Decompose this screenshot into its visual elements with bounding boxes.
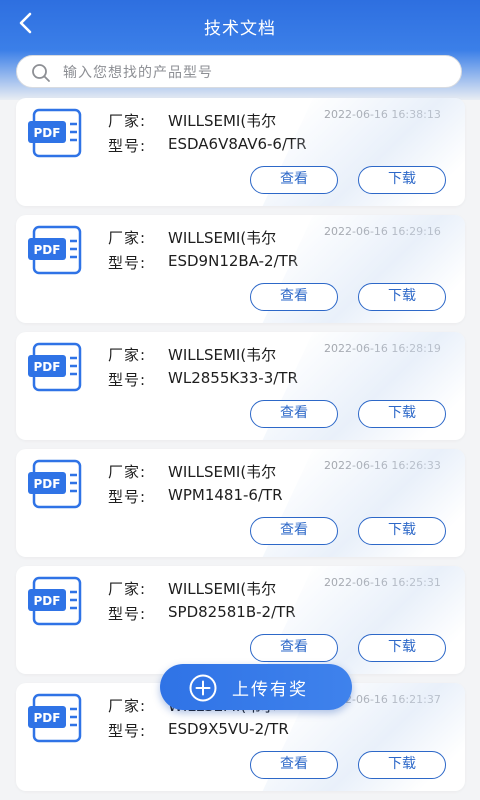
upload-time: 2022-06-16 16:38:13 — [324, 108, 441, 121]
upload-time: 2022-06-16 16:29:16 — [324, 225, 441, 238]
pdf-file-icon: PDF — [28, 225, 82, 275]
page-title: 技术文档 — [204, 19, 276, 39]
pdf-file-icon: PDF — [28, 342, 82, 392]
download-button[interactable]: 下载 — [358, 634, 446, 662]
pdf-file-icon: PDF — [28, 108, 82, 158]
svg-text:PDF: PDF — [34, 711, 61, 725]
model-label: 型号: — [108, 605, 147, 623]
download-button[interactable]: 下载 — [358, 751, 446, 779]
manufacturer-label: 厂家: — [108, 112, 147, 130]
model-value: SPD82581B-2/TR — [168, 603, 296, 621]
document-card[interactable]: PDF 厂家: WILLSEMI(韦尔 型号: SPD82581B-2/TR 2… — [16, 566, 465, 674]
model-label: 型号: — [108, 254, 147, 272]
download-button[interactable]: 下载 — [358, 517, 446, 545]
document-card[interactable]: PDF 厂家: WILLSEMI(韦尔 型号: WL2855K33-3/TR 2… — [16, 332, 465, 440]
view-button[interactable]: 查看 — [250, 517, 338, 545]
svg-text:PDF: PDF — [34, 126, 61, 140]
upload-reward-label: 上传有奖 — [232, 680, 308, 700]
document-card[interactable]: PDF 厂家: WILLSEMI(韦尔 型号: ESDA6V8AV6-6/TR … — [16, 98, 465, 206]
model-value: ESD9X5VU-2/TR — [168, 720, 289, 738]
svg-text:PDF: PDF — [34, 360, 61, 374]
view-button[interactable]: 查看 — [250, 751, 338, 779]
model-value: ESDA6V8AV6-6/TR — [168, 135, 307, 153]
svg-text:PDF: PDF — [34, 477, 61, 491]
svg-text:PDF: PDF — [34, 243, 61, 257]
download-button[interactable]: 下载 — [358, 400, 446, 428]
model-value: WL2855K33-3/TR — [168, 369, 298, 387]
model-value: WPM1481-6/TR — [168, 486, 283, 504]
model-label: 型号: — [108, 137, 147, 155]
document-card[interactable]: PDF 厂家: WILLSEMI(韦尔 型号: ESD9N12BA-2/TR 2… — [16, 215, 465, 323]
document-card[interactable]: PDF 厂家: WILLSEMI(韦尔 型号: WPM1481-6/TR 202… — [16, 449, 465, 557]
download-button[interactable]: 下载 — [358, 166, 446, 194]
search-input[interactable] — [61, 56, 445, 89]
view-button[interactable]: 查看 — [250, 634, 338, 662]
view-button[interactable]: 查看 — [250, 283, 338, 311]
manufacturer-value: WILLSEMI(韦尔 — [168, 463, 277, 481]
search-bar[interactable] — [16, 55, 462, 89]
manufacturer-label: 厂家: — [108, 580, 147, 598]
manufacturer-label: 厂家: — [108, 463, 147, 481]
upload-reward-button[interactable]: 上传有奖 — [160, 664, 352, 710]
manufacturer-value: WILLSEMI(韦尔 — [168, 346, 277, 364]
manufacturer-label: 厂家: — [108, 229, 147, 247]
upload-time: 2022-06-16 16:28:19 — [324, 342, 441, 355]
pdf-file-icon: PDF — [28, 576, 82, 626]
pdf-file-icon: PDF — [28, 693, 82, 743]
search-icon — [32, 64, 50, 82]
upload-time: 2022-06-16 16:26:33 — [324, 459, 441, 472]
download-button[interactable]: 下载 — [358, 283, 446, 311]
model-label: 型号: — [108, 488, 147, 506]
manufacturer-value: WILLSEMI(韦尔 — [168, 580, 277, 598]
model-label: 型号: — [108, 371, 147, 389]
model-value: ESD9N12BA-2/TR — [168, 252, 299, 270]
manufacturer-label: 厂家: — [108, 697, 147, 715]
manufacturer-label: 厂家: — [108, 346, 147, 364]
manufacturer-value: WILLSEMI(韦尔 — [168, 229, 277, 247]
upload-time: 2022-06-16 16:25:31 — [324, 576, 441, 589]
view-button[interactable]: 查看 — [250, 166, 338, 194]
model-label: 型号: — [108, 722, 147, 740]
manufacturer-value: WILLSEMI(韦尔 — [168, 112, 277, 130]
pdf-file-icon: PDF — [28, 459, 82, 509]
svg-text:PDF: PDF — [34, 594, 61, 608]
plus-circle-icon — [189, 674, 217, 702]
view-button[interactable]: 查看 — [250, 400, 338, 428]
